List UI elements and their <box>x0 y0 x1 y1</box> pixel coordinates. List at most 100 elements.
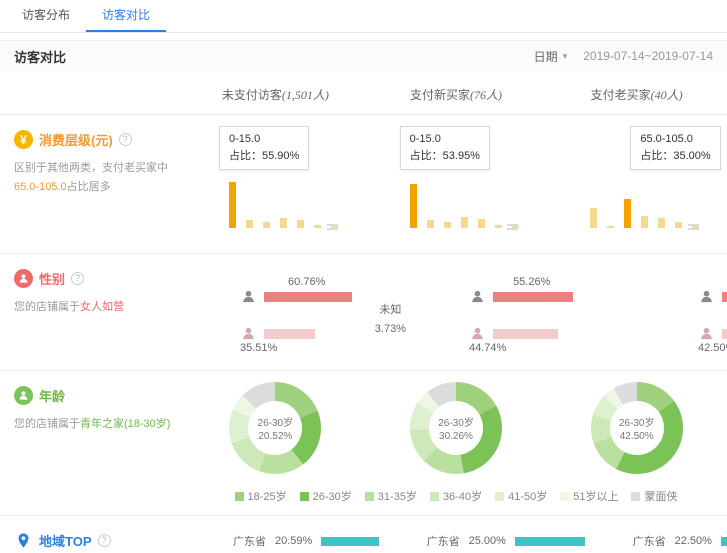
male-bar <box>722 329 727 339</box>
consume-chart-old-buyers[interactable]: 65.0-105.0 占比：35.00% <box>546 126 727 242</box>
consume-bar <box>641 216 648 228</box>
date-range-value[interactable]: 2019-07-14~2019-07-14 <box>583 49 713 63</box>
consume-bar <box>461 217 468 228</box>
region-bar <box>321 537 379 546</box>
female-icon <box>241 289 256 304</box>
help-icon[interactable]: ? <box>119 133 132 146</box>
row-description: 您的店铺属于女人如营 <box>14 298 185 317</box>
region-bar <box>515 537 585 546</box>
date-filter-dropdown[interactable]: 日期 ▾ <box>534 48 568 65</box>
tooltip-range: 0-15.0 <box>229 131 299 148</box>
row-description: 您的店铺属于青年之家(18-30岁) <box>14 415 185 434</box>
age-icon <box>14 386 33 405</box>
legend-item: 51岁以上 <box>560 488 618 504</box>
consume-chart-new-buyers[interactable]: 0-15.0 占比：53.95% <box>366 126 547 242</box>
legend-item: 蒙面侠 <box>631 488 677 504</box>
consume-bar <box>314 225 321 228</box>
chart-tooltip: 0-15.0 占比：55.90% <box>219 126 309 170</box>
tooltip-percent: 占比：35.00% <box>640 148 710 165</box>
tooltip-percent: 占比：53.95% <box>410 148 480 165</box>
region-row: 广东省 22.50% <box>633 533 727 549</box>
consume-bar-chart[interactable] <box>229 180 338 228</box>
help-icon[interactable]: ? <box>71 272 84 285</box>
row-age: 年龄 您的店铺属于青年之家(18-30岁) 26-30岁 20.52% <box>0 371 727 516</box>
tooltip-percent: 占比：55.90% <box>229 148 299 165</box>
region-chart-unpaid[interactable]: 广东省 20.59% 浙江省 11.06% <box>185 527 379 553</box>
age-donut-chart[interactable]: 26-30岁 30.26% <box>410 382 502 474</box>
gender-chart-unpaid[interactable]: 60.76% 35.51% 未知 3.73% <box>185 265 414 359</box>
female-bar <box>722 292 727 302</box>
row-title: 年龄 <box>39 386 65 405</box>
column-header-row: 未支付访客(1,501人) 支付新买家(76人) 支付老买家(40人) <box>0 71 727 115</box>
page-title: 访客对比 <box>14 47 66 66</box>
tab-visitor-comparison[interactable]: 访客对比 <box>86 0 166 32</box>
top-tab-bar: 访客分布 访客对比 <box>0 0 727 33</box>
age-chart-old-buyers[interactable]: 26-30岁 42.50% <box>546 382 727 474</box>
panel-header: 访客对比 日期 ▾ 2019-07-14~2019-07-14 <box>0 41 727 71</box>
row-gender: 性别 ? 您的店铺属于女人如营 60.76% 35.51% 未知 3.73% <box>0 254 727 371</box>
visitor-comparison-panel: 访客对比 日期 ▾ 2019-07-14~2019-07-14 未支付访客(1,… <box>0 40 727 553</box>
row-title: 性别 <box>39 269 65 288</box>
consume-bar <box>444 222 451 228</box>
donut-center-percent: 20.52% <box>258 431 292 442</box>
unknown-gender-block: 未知 3.73% <box>375 301 406 338</box>
female-bar <box>493 292 573 302</box>
region-chart-old-buyers[interactable]: 广东省 22.50% 福建省 12.50% <box>585 527 727 553</box>
chevron-down-icon: ▾ <box>563 51 568 62</box>
age-legend: 18-25岁 26-30岁 31-35岁 36-40岁 41-50岁 51岁以上… <box>185 488 727 504</box>
legend-item: 31-35岁 <box>365 488 417 504</box>
column-header-old-buyers: 支付老买家(40人) <box>546 86 727 103</box>
consume-bar <box>478 219 485 228</box>
gender-chart-new-buyers[interactable]: 55.26% 44.74% <box>414 265 643 359</box>
row-region-top: 地域TOP ? 您的访客聚集在广东省 广东省 20.59% 浙江省 11.06%… <box>0 516 727 553</box>
axis-marks <box>688 224 699 230</box>
chart-tooltip: 65.0-105.0 占比：35.00% <box>630 126 720 170</box>
donut-center: 26-30岁 30.26% <box>429 401 483 455</box>
row-description: 区别于其他两类，支付老买家中65.0-105.0占比居多 <box>14 159 176 198</box>
legend-item: 26-30岁 <box>300 488 352 504</box>
donut-center-label: 26-30岁 <box>438 414 474 429</box>
column-header-unpaid-visitors: 未支付访客(1,501人) <box>185 86 366 103</box>
male-icon <box>241 326 256 341</box>
region-bar <box>721 537 727 546</box>
row-title: 地域TOP <box>39 531 92 550</box>
age-donut-chart[interactable]: 26-30岁 42.50% <box>591 382 683 474</box>
region-chart-new-buyers[interactable]: 广东省 25.00% 浙江省 11.84% <box>379 527 585 553</box>
female-bar <box>264 292 352 302</box>
donut-center-percent: 42.50% <box>620 431 654 442</box>
consume-chart-unpaid[interactable]: 0-15.0 占比：55.90% <box>185 126 366 242</box>
female-percent: 55.26% <box>513 276 550 288</box>
age-label: 年龄 您的店铺属于青年之家(18-30岁) <box>0 382 185 434</box>
consume-bar <box>658 218 665 228</box>
help-icon[interactable]: ? <box>98 534 111 547</box>
tab-visitor-distribution[interactable]: 访客分布 <box>6 0 86 32</box>
consume-bar <box>410 184 417 228</box>
female-icon <box>470 289 485 304</box>
region-row: 广东省 20.59% <box>233 533 379 549</box>
female-icon <box>699 289 714 304</box>
consume-bar-chart[interactable] <box>590 180 699 228</box>
gender-icon <box>14 269 33 288</box>
consume-bar <box>297 220 304 228</box>
donut-center: 26-30岁 42.50% <box>610 401 664 455</box>
consume-bar <box>624 199 631 228</box>
male-icon <box>699 326 714 341</box>
age-chart-new-buyers[interactable]: 26-30岁 30.26% <box>366 382 547 474</box>
female-percent: 60.76% <box>288 276 325 288</box>
male-icon <box>470 326 485 341</box>
legend-item: 18-25岁 <box>235 488 287 504</box>
date-filter-label: 日期 <box>534 48 558 65</box>
consume-bar-chart[interactable] <box>410 180 519 228</box>
consume-bar <box>280 218 287 228</box>
chart-tooltip: 0-15.0 占比：53.95% <box>400 126 490 170</box>
age-chart-unpaid[interactable]: 26-30岁 20.52% <box>185 382 366 474</box>
gender-chart-old-buyers[interactable]: 55.00% 42.50% 未知 2.50% <box>643 265 727 359</box>
region-label: 地域TOP ? 您的访客聚集在广东省 <box>0 527 185 553</box>
column-header-new-buyers: 支付新买家(76人) <box>366 86 547 103</box>
consume-bar <box>246 220 253 228</box>
donut-center: 26-30岁 20.52% <box>248 401 302 455</box>
axis-marks <box>507 224 518 230</box>
age-donut-chart[interactable]: 26-30岁 20.52% <box>229 382 321 474</box>
donut-center-label: 26-30岁 <box>258 414 294 429</box>
gender-label: 性别 ? 您的店铺属于女人如营 <box>0 265 185 317</box>
